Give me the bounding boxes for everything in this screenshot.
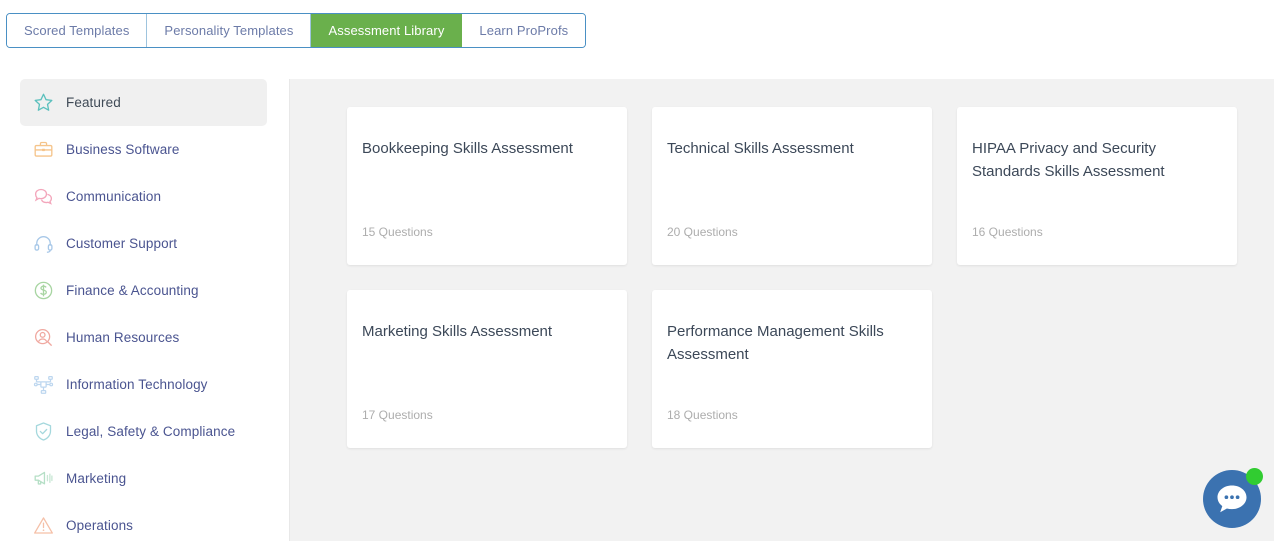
assessment-card-question-count: 18 Questions: [667, 408, 914, 422]
assessment-card-title: HIPAA Privacy and Security Standards Ski…: [972, 137, 1219, 183]
briefcase-icon: [32, 139, 54, 161]
assessment-card[interactable]: Technical Skills Assessment 20 Questions: [652, 107, 932, 265]
sidebar-item-label: Featured: [66, 95, 121, 110]
main-layout: Featured Business Software Communication Cu…: [0, 79, 1274, 541]
sidebar-item-label: Business Software: [66, 142, 180, 157]
sidebar-item-information-technology[interactable]: Information Technology: [20, 361, 267, 408]
template-tabs: Scored TemplatesPersonality TemplatesAss…: [6, 13, 586, 48]
sidebar-item-featured[interactable]: Featured: [20, 79, 267, 126]
sidebar-item-label: Operations: [66, 518, 133, 533]
sidebar-item-label: Finance & Accounting: [66, 283, 199, 298]
assessment-card-title: Bookkeeping Skills Assessment: [362, 137, 609, 160]
assessment-card-title: Technical Skills Assessment: [667, 137, 914, 160]
sidebar-item-label: Marketing: [66, 471, 126, 486]
assessment-card[interactable]: HIPAA Privacy and Security Standards Ski…: [957, 107, 1237, 265]
assessment-card-title: Marketing Skills Assessment: [362, 320, 609, 343]
sidebar-item-legal-safety-compliance[interactable]: Legal, Safety & Compliance: [20, 408, 267, 455]
person-search-icon: [32, 327, 54, 349]
tab-assessment-library[interactable]: Assessment Library: [311, 14, 462, 47]
assessment-card-grid: Bookkeeping Skills Assessment 15 Question…: [347, 107, 1244, 448]
sidebar-item-label: Human Resources: [66, 330, 179, 345]
assessment-card-question-count: 17 Questions: [362, 408, 609, 422]
assessment-card[interactable]: Marketing Skills Assessment 17 Questions: [347, 290, 627, 448]
tab-learn-proprofs[interactable]: Learn ProProfs: [462, 14, 585, 47]
chat-bubbles-icon: [32, 186, 54, 208]
star-icon: [32, 92, 54, 114]
megaphone-icon: [32, 468, 54, 490]
assessment-card-title: Performance Management Skills Assessment: [667, 320, 914, 366]
notification-dot: [1246, 468, 1263, 485]
assessment-content-panel: Bookkeeping Skills Assessment 15 Question…: [290, 79, 1274, 541]
sidebar-item-marketing[interactable]: Marketing: [20, 455, 267, 502]
assessment-card-question-count: 15 Questions: [362, 225, 609, 239]
dollar-circle-icon: [32, 280, 54, 302]
assessment-card-question-count: 20 Questions: [667, 225, 914, 239]
headset-icon: [32, 233, 54, 255]
assessment-card-question-count: 16 Questions: [972, 225, 1219, 239]
assessment-card[interactable]: Bookkeeping Skills Assessment 15 Question…: [347, 107, 627, 265]
sidebar-item-label: Customer Support: [66, 236, 177, 251]
sidebar-item-business-software[interactable]: Business Software: [20, 126, 267, 173]
chat-widget-button[interactable]: [1203, 470, 1261, 528]
sidebar-item-label: Information Technology: [66, 377, 208, 392]
sidebar-item-customer-support[interactable]: Customer Support: [20, 220, 267, 267]
shield-check-icon: [32, 421, 54, 443]
sidebar-item-label: Communication: [66, 189, 161, 204]
sidebar-item-communication[interactable]: Communication: [20, 173, 267, 220]
network-icon: [32, 374, 54, 396]
tab-scored-templates[interactable]: Scored Templates: [7, 14, 147, 47]
sidebar-item-human-resources[interactable]: Human Resources: [20, 314, 267, 361]
category-sidebar: Featured Business Software Communication Cu…: [0, 79, 290, 541]
sidebar-item-finance-accounting[interactable]: Finance & Accounting: [20, 267, 267, 314]
tab-personality-templates[interactable]: Personality Templates: [147, 14, 311, 47]
sidebar-item-operations[interactable]: Operations: [20, 502, 267, 549]
chat-bubble-icon: [1216, 484, 1248, 514]
warning-triangle-icon: [32, 515, 54, 537]
assessment-card[interactable]: Performance Management Skills Assessment…: [652, 290, 932, 448]
sidebar-item-label: Legal, Safety & Compliance: [66, 424, 235, 439]
